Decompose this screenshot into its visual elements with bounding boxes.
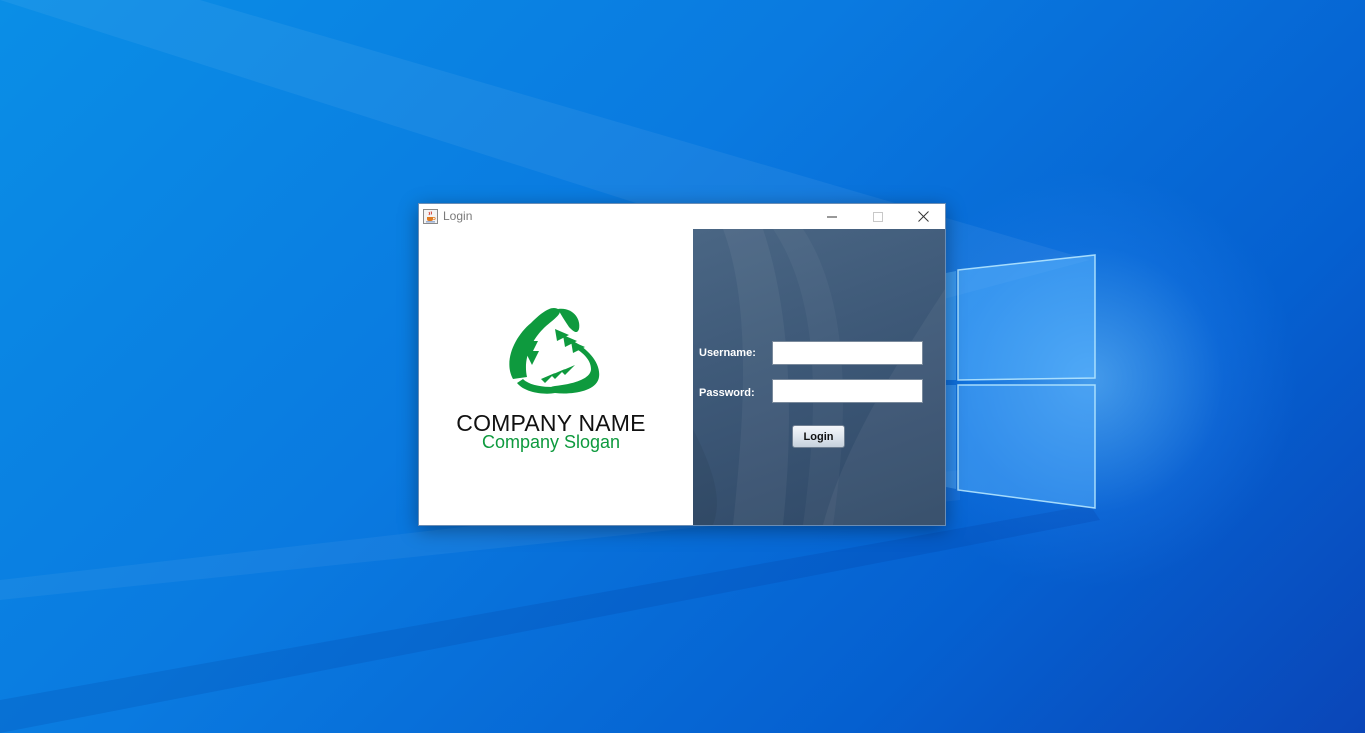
password-input[interactable] <box>772 379 923 403</box>
desktop-background: Login COMPANY NAME Company Slogan Userna… <box>0 0 1365 733</box>
username-input[interactable] <box>772 341 923 365</box>
minimize-icon <box>827 216 837 217</box>
company-slogan: Company Slogan <box>481 432 621 452</box>
login-window: Login COMPANY NAME Company Slogan Userna… <box>418 203 946 526</box>
password-label: Password: <box>699 387 755 399</box>
login-button[interactable]: Login <box>792 425 845 448</box>
title-bar[interactable]: Login <box>419 204 945 229</box>
panel-background-swoosh <box>693 229 945 525</box>
recycle-arrows-icon <box>509 307 600 394</box>
username-label: Username: <box>699 347 756 359</box>
close-icon <box>917 211 929 222</box>
login-form-panel: Username: Password: Login <box>693 229 945 525</box>
close-button[interactable] <box>900 204 946 229</box>
branding-panel: COMPANY NAME Company Slogan <box>419 229 693 525</box>
minimize-button[interactable] <box>809 204 855 229</box>
maximize-button[interactable] <box>855 204 901 229</box>
window-title: Login <box>443 209 473 223</box>
java-cup-icon <box>423 209 438 224</box>
maximize-icon <box>873 211 883 222</box>
window-content: COMPANY NAME Company Slogan Username: Pa… <box>419 229 945 525</box>
